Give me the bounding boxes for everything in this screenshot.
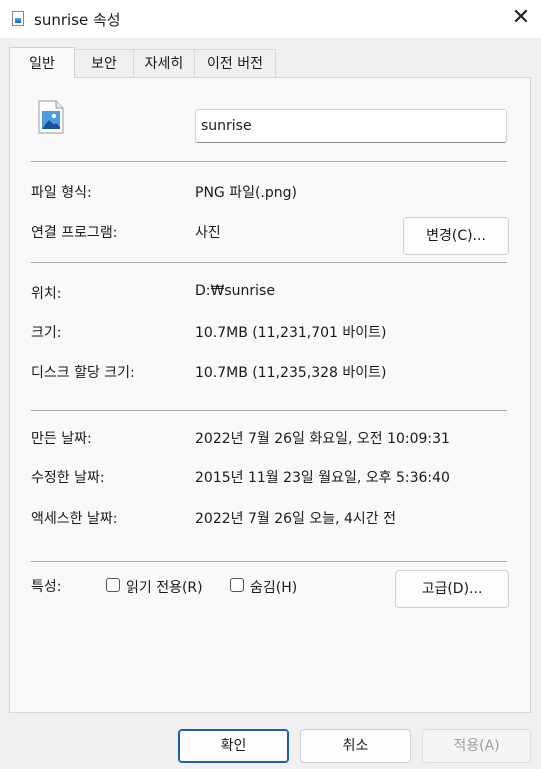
close-button[interactable]: ✕ [501, 0, 541, 38]
file-type-label: 파일 형식: [31, 185, 92, 201]
opens-with-value: 사진 [195, 225, 221, 241]
separator [31, 561, 507, 562]
location-value: D:₩sunrise [195, 283, 275, 299]
size-on-disk-value: 10.7MB (11,235,328 바이트) [195, 365, 387, 381]
separator [31, 161, 507, 162]
opens-with-label: 연결 프로그램: [31, 225, 118, 241]
tab-general[interactable]: 일반 [9, 47, 75, 78]
size-label: 크기: [31, 325, 62, 341]
created-label: 만든 날짜: [31, 431, 92, 447]
tab-details[interactable]: 자세히 [133, 49, 195, 77]
change-button[interactable]: 변경(C)... [403, 217, 509, 255]
image-file-icon [38, 100, 64, 134]
readonly-label[interactable]: 읽기 전용(R) [126, 577, 203, 597]
cancel-button[interactable]: 취소 [300, 729, 411, 763]
ok-button[interactable]: 확인 [178, 729, 289, 763]
dialog-footer: 확인 취소 적용(A) [0, 713, 541, 769]
apply-button[interactable]: 적용(A) [422, 729, 531, 763]
modified-label: 수정한 날짜: [31, 470, 105, 486]
general-tab-panel [9, 77, 531, 713]
modified-value: 2015년 11월 23일 월요일, 오후 5:36:40 [195, 470, 450, 486]
location-label: 위치: [31, 286, 62, 302]
hidden-label[interactable]: 숨김(H) [250, 577, 297, 597]
separator [31, 410, 507, 411]
tab-security[interactable]: 보안 [74, 49, 134, 77]
attributes-label: 특성: [31, 579, 62, 595]
accessed-label: 액세스한 날짜: [31, 511, 118, 527]
title-bar: sunrise 속성 ✕ [0, 0, 541, 38]
size-on-disk-label: 디스크 할당 크기: [31, 365, 135, 381]
file-type-value: PNG 파일(.png) [195, 185, 297, 201]
hidden-checkbox[interactable] [230, 578, 244, 592]
tab-previous-versions[interactable]: 이전 버전 [194, 49, 276, 77]
close-icon: ✕ [511, 5, 531, 30]
size-value: 10.7MB (11,231,701 바이트) [195, 325, 387, 341]
file-name-input[interactable] [195, 109, 507, 143]
readonly-checkbox[interactable] [106, 578, 120, 592]
separator [31, 262, 507, 263]
accessed-value: 2022년 7월 26일 오늘, 4시간 전 [195, 511, 396, 527]
window-title: sunrise 속성 [34, 11, 121, 29]
image-file-icon [12, 11, 24, 26]
created-value: 2022년 7월 26일 화요일, 오전 10:09:31 [195, 431, 450, 447]
advanced-button[interactable]: 고급(D)... [395, 570, 509, 608]
